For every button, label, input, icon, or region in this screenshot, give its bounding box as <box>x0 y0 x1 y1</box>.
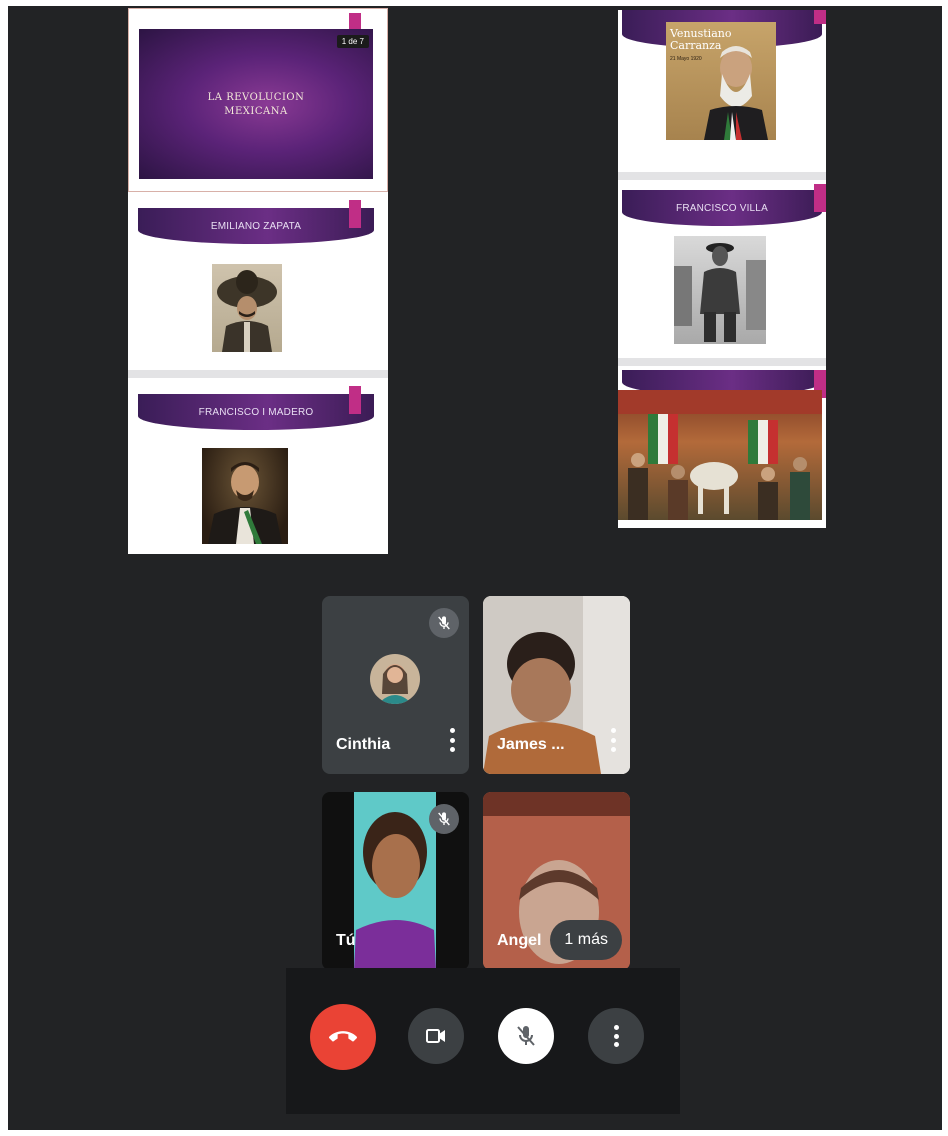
mic-off-icon <box>438 616 450 630</box>
videocam-icon <box>426 1029 445 1043</box>
microphone-toggle-button[interactable] <box>498 1008 554 1064</box>
end-call-button[interactable] <box>310 1004 376 1070</box>
slide-venustiano-carranza[interactable]: Venustiano Carranza 21 Mayo 1920 <box>618 10 826 180</box>
slide-title-text: LA REVOLUCION MEXICANA <box>207 92 305 117</box>
slide-banner: FRANCISCO VILLA <box>622 190 822 226</box>
francisco-madero-portrait <box>202 448 288 544</box>
slide-mural[interactable] <box>618 370 826 528</box>
avatar <box>370 654 420 704</box>
participant-tile-james[interactable]: James ... <box>483 596 630 774</box>
slide-heading: EMILIANO ZAPATA <box>210 220 302 232</box>
phone-hangup-icon <box>329 1031 357 1042</box>
participant-name: Angel <box>497 932 542 949</box>
mic-off-icon <box>517 1026 535 1046</box>
mic-off-icon <box>438 812 450 826</box>
more-vert-icon[interactable] <box>610 728 616 752</box>
slide-heading: FRANCISCO I MADERO <box>198 406 314 418</box>
screen: 1 de 7 LA REVOLUCION MEXICANA EMILIANO Z… <box>8 6 942 1130</box>
more-options-button[interactable] <box>588 1008 644 1064</box>
more-participants-badge[interactable]: 1 más <box>550 920 622 960</box>
call-controls-bar <box>286 968 680 1114</box>
slide-francisco-madero[interactable]: FRANCISCO I MADERO <box>128 380 388 554</box>
participant-video <box>354 792 436 970</box>
participant-name: Tú <box>336 932 356 949</box>
emiliano-zapata-portrait <box>212 264 282 352</box>
more-vert-icon <box>613 1025 619 1047</box>
slide-panel-right[interactable]: Venustiano Carranza 21 Mayo 1920 FRANCIS… <box>618 10 826 528</box>
mic-muted-indicator <box>429 804 459 834</box>
revolution-mural <box>618 390 822 520</box>
slide-panel-left[interactable]: 1 de 7 LA REVOLUCION MEXICANA EMILIANO Z… <box>128 8 388 554</box>
francisco-villa-photo <box>674 236 766 344</box>
page-counter-badge: 1 de 7 <box>336 35 369 48</box>
slide-francisco-villa[interactable]: FRANCISCO VILLA <box>618 184 826 366</box>
participant-name: Cinthia <box>336 736 391 753</box>
camera-toggle-button[interactable] <box>408 1008 464 1064</box>
more-vert-icon[interactable] <box>449 728 455 752</box>
participant-tile-angel[interactable]: Angel 1 más <box>483 792 630 970</box>
title-slide-card: 1 de 7 LA REVOLUCION MEXICANA <box>139 29 373 179</box>
slide-banner: FRANCISCO I MADERO <box>138 394 374 430</box>
venustiano-carranza-portrait: Venustiano Carranza 21 Mayo 1920 <box>666 22 776 140</box>
slide-title[interactable]: 1 de 7 LA REVOLUCION MEXICANA <box>128 8 388 192</box>
slide-heading: FRANCISCO VILLA <box>676 202 768 214</box>
participant-name: James ... <box>497 736 565 753</box>
mic-muted-indicator <box>429 608 459 638</box>
participant-tile-self[interactable]: Tú <box>322 792 469 970</box>
slide-emiliano-zapata[interactable]: EMILIANO ZAPATA <box>128 194 388 378</box>
slide-banner: EMILIANO ZAPATA <box>138 208 374 244</box>
participant-tile-cinthia[interactable]: Cinthia <box>322 596 469 774</box>
